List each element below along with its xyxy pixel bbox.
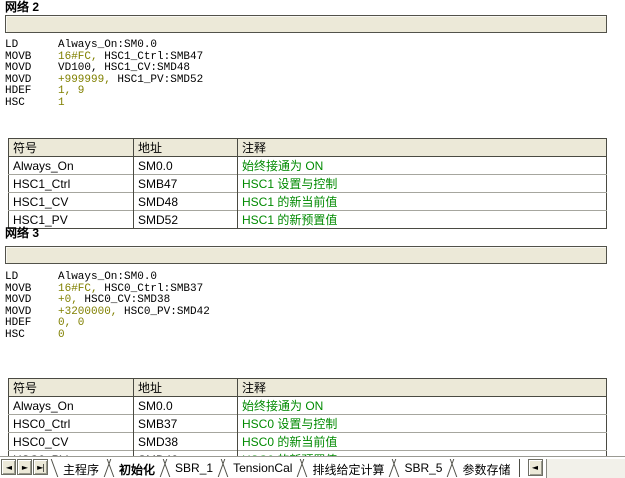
symbol-table-header-cell: 符号 <box>9 139 134 157</box>
address-cell: SM0.0 <box>134 397 238 415</box>
stl-code-block[interactable]: LDAlways_On:SM0.0MOVB16#FC, HSC1_Ctrl:SM… <box>5 40 607 109</box>
code-line: MOVD+3200000, HSC0_PV:SMD42 <box>5 307 607 319</box>
address-cell: SMD48 <box>134 193 238 211</box>
operand-constant: 1, 9 <box>58 85 84 97</box>
symbol-table-header-cell: 地址 <box>134 139 238 157</box>
operand-constant: 16#FC, <box>58 51 104 63</box>
comment-cell: HSC1 设置与控制 <box>238 175 607 193</box>
opcode: HDEF <box>5 86 58 98</box>
operand: HSC0_Ctrl:SMB37 <box>104 283 203 295</box>
operand: HSC0_CV:SMD38 <box>84 294 170 306</box>
code-line: HSC0 <box>5 330 607 342</box>
symbol-table-row: HSC0_CtrlSMB37HSC0 设置与控制 <box>9 415 607 433</box>
pou-tabs: 主程序初始化SBR_1TensionCal排线给定计算SBR_5参数存储 <box>53 457 521 478</box>
address-cell: SMD38 <box>134 433 238 451</box>
opcode: MOVD <box>5 295 58 307</box>
opcode: HSC <box>5 330 58 342</box>
symbol-table-header-row: 符号地址注释 <box>9 139 607 157</box>
opcode: HDEF <box>5 318 58 330</box>
operand: HSC1_Ctrl:SMB47 <box>104 51 203 63</box>
tab-scroll-left-button[interactable]: ◄ <box>1 459 16 475</box>
tab-scroll-last-button[interactable]: ►| <box>33 459 48 475</box>
symbol-table-header-cell: 符号 <box>9 379 134 397</box>
pou-tab-3[interactable]: TensionCal <box>223 457 302 478</box>
symbol-table: 符号地址注释 Always_OnSM0.0始终接通为 ONHSC1_CtrlSM… <box>8 138 607 229</box>
pou-tab-2[interactable]: SBR_1 <box>165 457 223 478</box>
opcode: HSC <box>5 98 58 110</box>
operand: Always_On:SM0.0 <box>58 39 157 51</box>
symbol-table-row: HSC1_PVSMD52HSC1 的新预置值 <box>9 211 607 229</box>
opcode: MOVD <box>5 63 58 75</box>
microwin-stl-editor: 网络 2 LDAlways_On:SM0.0MOVB16#FC, HSC1_Ct… <box>0 0 625 478</box>
pou-tab-bar: ◄►►| 主程序初始化SBR_1TensionCal排线给定计算SBR_5参数存… <box>0 456 625 478</box>
operand-constant: 0, 0 <box>58 317 84 329</box>
opcode: LD <box>5 272 58 284</box>
tab-scroll-right-button[interactable]: ► <box>17 459 32 475</box>
pou-tab-5[interactable]: SBR_5 <box>394 457 452 478</box>
operand-constant: +0, <box>58 294 84 306</box>
symbol-table-row: Always_OnSM0.0始终接通为 ON <box>9 397 607 415</box>
operand-constant: +3200000, <box>58 306 124 318</box>
network-title: 网络 3 <box>5 227 607 239</box>
operand-constant: 1 <box>58 97 65 109</box>
symbol-cell: Always_On <box>9 157 134 175</box>
network-comment-bar[interactable] <box>5 15 607 33</box>
comment-cell: HSC0 的新当前值 <box>238 433 607 451</box>
symbol-cell: HSC1_CV <box>9 193 134 211</box>
operand-constant: +999999, <box>58 74 117 86</box>
symbol-table-row: HSC1_CtrlSMB47HSC1 设置与控制 <box>9 175 607 193</box>
operand: VD100, HSC1_CV:SMD48 <box>58 62 190 74</box>
symbol-cell: HSC1_Ctrl <box>9 175 134 193</box>
network-comment-bar[interactable] <box>5 246 607 264</box>
code-line: HDEF1, 9 <box>5 86 607 98</box>
comment-cell: 始终接通为 ON <box>238 397 607 415</box>
pou-tab-0[interactable]: 主程序 <box>53 457 109 478</box>
symbol-table-row: Always_OnSM0.0始终接通为 ON <box>9 157 607 175</box>
comment-cell: 始终接通为 ON <box>238 157 607 175</box>
pou-tab-1[interactable]: 初始化 <box>109 457 165 478</box>
operand-constant: 16#FC, <box>58 283 104 295</box>
symbol-table-header-cell: 地址 <box>134 379 238 397</box>
symbol-cell: HSC0_Ctrl <box>9 415 134 433</box>
network-title: 网络 2 <box>5 1 607 13</box>
network-section-3: 网络 3 LDAlways_On:SM0.0MOVB16#FC, HSC0_Ct… <box>5 227 607 469</box>
operand: HSC1_PV:SMD52 <box>117 74 203 86</box>
pou-tab-4[interactable]: 排线给定计算 <box>302 457 394 478</box>
network-section-2: 网络 2 LDAlways_On:SM0.0MOVB16#FC, HSC1_Ct… <box>5 1 607 229</box>
comment-cell: HSC1 的新预置值 <box>238 211 607 229</box>
symbol-table-row: HSC1_CVSMD48HSC1 的新当前值 <box>9 193 607 211</box>
code-line: HSC1 <box>5 98 607 110</box>
operand: HSC0_PV:SMD42 <box>124 306 210 318</box>
pou-tab-6[interactable]: 参数存储 <box>452 457 520 478</box>
hscroll-left-arrow-icon[interactable]: ◄ <box>528 459 543 476</box>
symbol-cell: Always_On <box>9 397 134 415</box>
symbol-table-header-row: 符号地址注释 <box>9 379 607 397</box>
stl-code-block[interactable]: LDAlways_On:SM0.0MOVB16#FC, HSC0_Ctrl:SM… <box>5 272 607 341</box>
hscroll-track[interactable] <box>546 459 625 478</box>
operand-constant: 0 <box>58 329 65 341</box>
address-cell: SM0.0 <box>134 157 238 175</box>
address-cell: SMD52 <box>134 211 238 229</box>
code-line: MOVD+999999, HSC1_PV:SMD52 <box>5 75 607 87</box>
address-cell: SMB37 <box>134 415 238 433</box>
opcode: LD <box>5 40 58 52</box>
tab-nav-buttons: ◄►►| <box>0 457 49 475</box>
operand: Always_On:SM0.0 <box>58 271 157 283</box>
symbol-cell: HSC0_CV <box>9 433 134 451</box>
comment-cell: HSC1 的新当前值 <box>238 193 607 211</box>
comment-cell: HSC0 设置与控制 <box>238 415 607 433</box>
symbol-table-header-cell: 注释 <box>238 379 607 397</box>
address-cell: SMB47 <box>134 175 238 193</box>
code-line: HDEF0, 0 <box>5 318 607 330</box>
symbol-table-header-cell: 注释 <box>238 139 607 157</box>
symbol-table-row: HSC0_CVSMD38HSC0 的新当前值 <box>9 433 607 451</box>
